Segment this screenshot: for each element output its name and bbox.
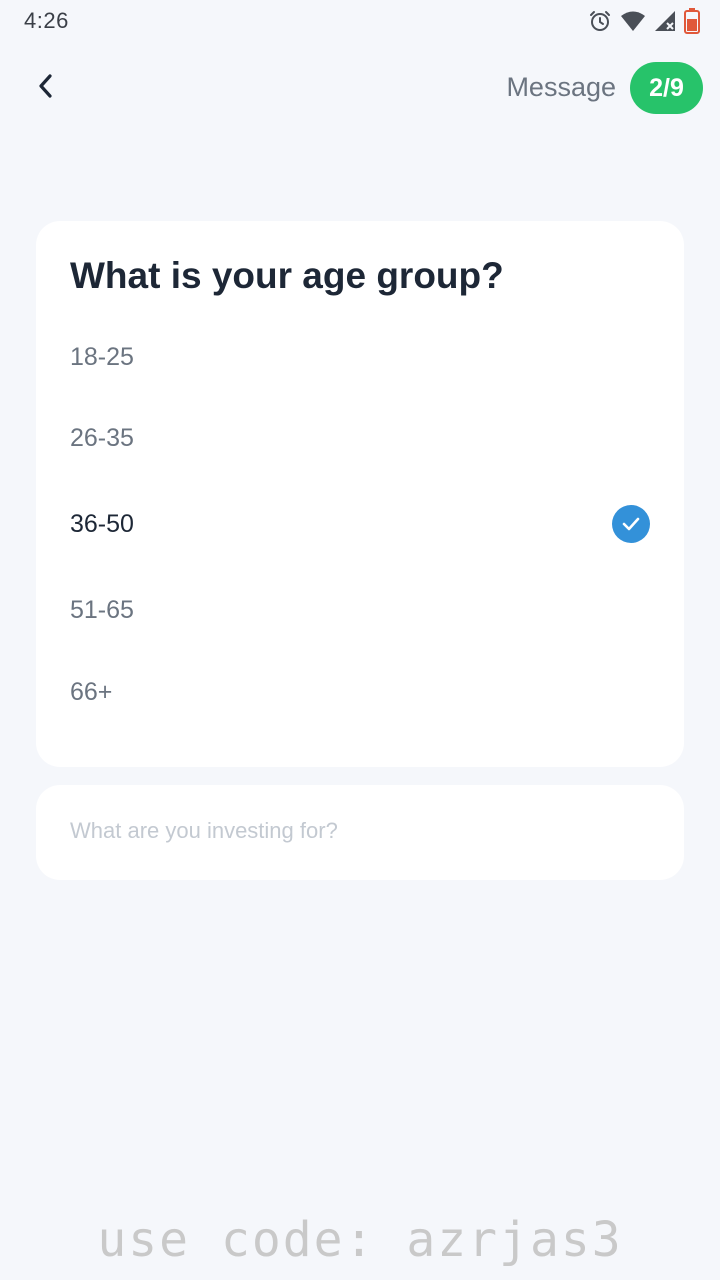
- message-link[interactable]: Message: [506, 72, 616, 103]
- promo-code-watermark: use code: azrjas3: [97, 1212, 623, 1268]
- next-question-title: What are you investing for?: [70, 818, 338, 843]
- option-51-65[interactable]: 51-65: [36, 578, 684, 642]
- battery-icon: [684, 8, 700, 34]
- status-icons: [588, 8, 700, 34]
- option-26-35[interactable]: 26-35: [36, 406, 684, 470]
- option-label: 51-65: [70, 596, 134, 624]
- back-button[interactable]: [26, 68, 66, 108]
- chevron-left-icon: [36, 72, 56, 105]
- wifi-icon: [620, 10, 646, 32]
- progress-badge: 2/9: [630, 62, 703, 114]
- next-question-card: What are you investing for?: [36, 785, 684, 880]
- status-time: 4:26: [24, 8, 69, 33]
- question-card: What is your age group? 18-25 26-35 36-5…: [36, 221, 684, 767]
- option-36-50[interactable]: 36-50: [36, 492, 684, 556]
- status-bar: 4:26: [0, 0, 720, 44]
- signal-icon: [654, 10, 676, 32]
- option-label: 36-50: [70, 510, 134, 538]
- option-66-plus[interactable]: 66+: [36, 660, 684, 724]
- check-icon: [612, 505, 650, 543]
- option-label: 26-35: [70, 424, 134, 452]
- alarm-icon: [588, 9, 612, 33]
- question-title: What is your age group?: [70, 255, 504, 296]
- option-18-25[interactable]: 18-25: [36, 325, 684, 389]
- option-label: 66+: [70, 678, 113, 706]
- header: Message 2/9: [0, 60, 720, 116]
- option-label: 18-25: [70, 343, 134, 371]
